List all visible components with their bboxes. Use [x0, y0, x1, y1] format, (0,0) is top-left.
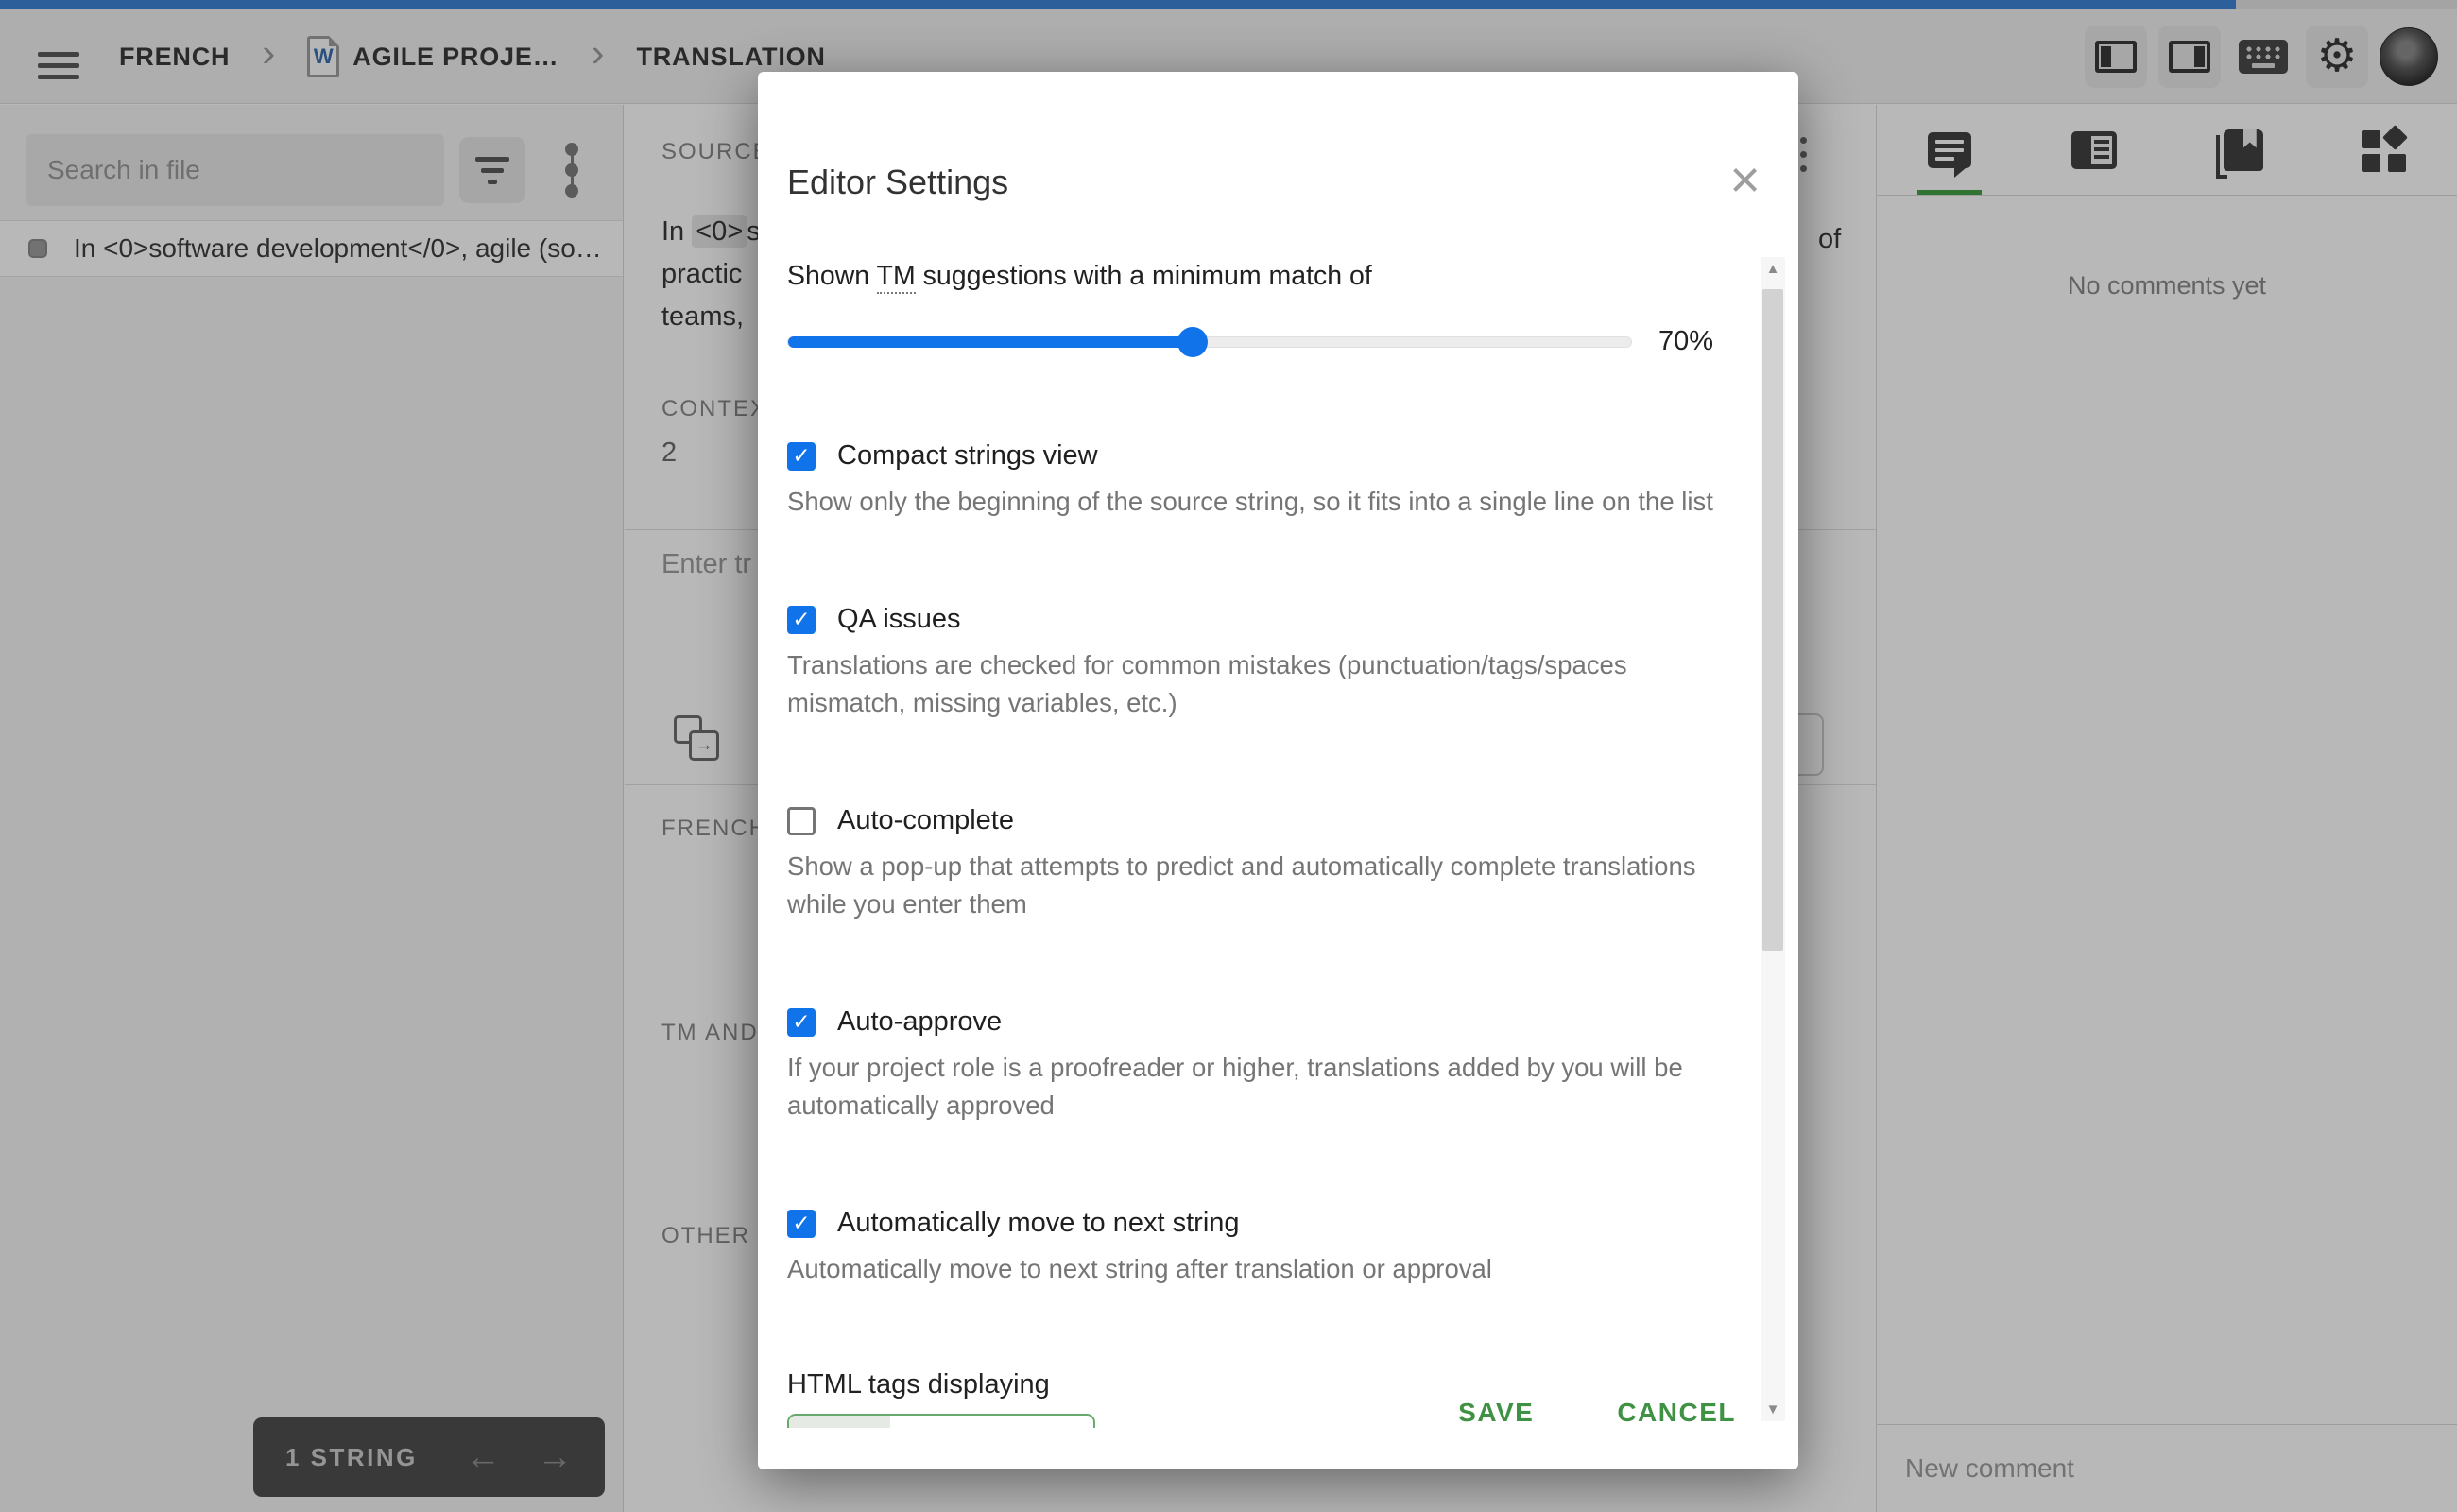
slider-value: 70% [1658, 326, 1713, 357]
scrollbar-thumb[interactable] [1762, 289, 1783, 951]
checkbox: ✓ [787, 1210, 816, 1238]
setting-description: Automatically move to next string after … [787, 1250, 1713, 1288]
checkbox: ✓ [787, 807, 816, 835]
cancel-button[interactable]: CANCEL [1617, 1398, 1736, 1428]
setting-auto-move-next[interactable]: ✓ Automatically move to next string [787, 1208, 1713, 1239]
dialog-footer: SAVE CANCEL [758, 1356, 1798, 1469]
tm-abbr: TM [877, 261, 916, 294]
setting-qa-issues[interactable]: ✓ QA issues [787, 604, 1713, 635]
setting-auto-complete[interactable]: ✓ Auto-complete [787, 805, 1713, 836]
close-icon[interactable]: × [1729, 153, 1761, 206]
save-button[interactable]: SAVE [1458, 1398, 1534, 1428]
checkbox: ✓ [787, 442, 816, 471]
setting-auto-approve[interactable]: ✓ Auto-approve [787, 1006, 1713, 1038]
tm-slider-label: Shown TM suggestions with a minimum matc… [787, 261, 1713, 292]
setting-compact-strings[interactable]: ✓ Compact strings view [787, 440, 1713, 472]
checkbox: ✓ [787, 606, 816, 634]
checkbox: ✓ [787, 1008, 816, 1037]
slider-thumb[interactable] [1177, 327, 1208, 357]
setting-description: Show a pop-up that attempts to predict a… [787, 848, 1713, 923]
scroll-up-icon[interactable]: ▲ [1761, 261, 1785, 277]
tm-match-slider[interactable] [787, 336, 1632, 348]
editor-settings-dialog: Editor Settings × Shown TM suggestions w… [758, 72, 1798, 1469]
dialog-title: Editor Settings [787, 163, 1008, 202]
setting-description: Show only the beginning of the source st… [787, 483, 1713, 521]
setting-description: Translations are checked for common mist… [787, 646, 1713, 722]
dialog-scroll-area: Shown TM suggestions with a minimum matc… [758, 251, 1798, 1428]
dialog-scrollbar[interactable]: ▲ ▼ [1761, 257, 1785, 1421]
setting-description: If your project role is a proofreader or… [787, 1049, 1713, 1125]
